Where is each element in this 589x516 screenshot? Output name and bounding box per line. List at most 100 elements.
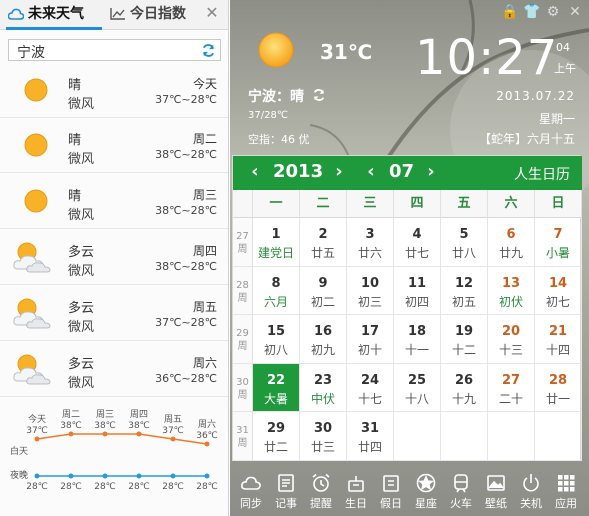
toolbar-button-birthday[interactable]: 生日 [339, 468, 373, 514]
week-corner [233, 190, 253, 218]
toolbar-button-train[interactable]: 火车 [444, 468, 478, 514]
alarm-icon [312, 473, 330, 492]
calendar-day[interactable]: 8 六月 [253, 266, 300, 315]
calendar-day[interactable]: 1 建党日 [253, 218, 300, 267]
calendar-day[interactable]: 2 廿五 [300, 218, 347, 267]
forecast-day-row[interactable]: 多云 微风 周五 37℃~28℃ [0, 285, 228, 341]
calendar-year[interactable]: 2013 [273, 161, 323, 182]
calendar-day[interactable]: 13 初伏 [488, 266, 535, 315]
week-number-value: 27 [236, 231, 249, 242]
day-number: 11 [407, 275, 427, 291]
forecast-day-row[interactable]: 晴微风 今天 37℃~28℃ [0, 62, 228, 118]
high-temp-point [102, 431, 108, 437]
calendar-day[interactable]: 21 十四 [535, 315, 582, 364]
forecast-temperature: 36℃~28℃ [155, 372, 217, 385]
calendar-day[interactable]: 12 初五 [441, 266, 488, 315]
forecast-day-row[interactable]: 晴微风 周二 38℃~28℃ [0, 117, 228, 173]
calendar-day[interactable]: 20 十三 [488, 315, 535, 364]
close-icon[interactable]: ✕ [567, 4, 583, 20]
weekday-header: 六 [488, 190, 535, 218]
tab-today-index[interactable]: 今日指数 [108, 0, 194, 30]
clock-seconds: 04 [556, 41, 570, 54]
calendar-day[interactable]: 15 初八 [253, 315, 300, 364]
cloudy-icon [13, 298, 51, 329]
tab-index-label: 今日指数 [130, 6, 186, 22]
calendar-day[interactable]: 17 初十 [347, 315, 394, 364]
week-suffix: 周 [237, 292, 248, 304]
calendar-day[interactable]: 6 廿九 [488, 218, 535, 267]
next-month-button[interactable]: › [423, 161, 439, 183]
calendar-day[interactable]: 23 中伏 [300, 363, 347, 412]
toolbar-button-cloud-sync[interactable]: 同步 [234, 468, 268, 514]
calendar-day[interactable]: 14 初七 [535, 266, 582, 315]
almanac-link[interactable]: 人生日历 [514, 164, 570, 184]
trend-day-label: 周四 [130, 409, 148, 420]
calendar-day[interactable]: 25 十八 [394, 363, 441, 412]
close-icon[interactable]: ✕ [205, 5, 219, 21]
calendar-day[interactable]: 4 廿七 [394, 218, 441, 267]
city-selector[interactable]: 宁波 [8, 39, 221, 61]
forecast-wind: 微风 [68, 376, 95, 391]
calendar-day[interactable]: 18 十一 [394, 315, 441, 364]
day-number: 13 [501, 275, 521, 291]
calendar-day[interactable]: 5 廿八 [441, 218, 488, 267]
toolbar-button-alarm[interactable]: 提醒 [304, 468, 338, 514]
calendar-day[interactable]: 9 初二 [300, 266, 347, 315]
calendar-day[interactable]: 11 初四 [394, 266, 441, 315]
calendar-day[interactable]: 24 十七 [347, 363, 394, 412]
forecast-day-row[interactable]: 多云 微风 周六 36℃~28℃ [0, 341, 228, 397]
toolbar-button-holiday[interactable]: 假日 [374, 468, 408, 514]
low-temp-point [136, 473, 142, 479]
toolbar-button-notes[interactable]: 记事 [269, 468, 303, 514]
week-number: 27 周 [233, 218, 253, 267]
prev-month-button[interactable]: ‹ [363, 161, 379, 183]
calendar-day[interactable]: 28 廿一 [535, 363, 582, 412]
week-number: 31 周 [233, 412, 253, 461]
trend-day-label: 今天 [28, 413, 46, 425]
forecast-wind: 微风 [68, 152, 95, 167]
current-date: 2013.07.22 [496, 89, 575, 103]
calendar-day[interactable]: 29 廿二 [253, 412, 300, 461]
tab-future-weather[interactable]: 未来天气 [6, 0, 102, 30]
calendar-day[interactable]: 10 初三 [347, 266, 394, 315]
forecast-day-row[interactable]: 晴微风 周三 38℃~28℃ [0, 173, 228, 229]
week-number-value: 31 [236, 425, 249, 436]
calendar-day [441, 412, 488, 461]
toolbar-button-power[interactable]: 关机 [514, 468, 548, 514]
calendar-day[interactable]: 30 廿三 [300, 412, 347, 461]
forecast-temperature: 38℃~28℃ [155, 204, 217, 217]
forecast-condition: 多云 [68, 245, 95, 260]
refresh-icon[interactable] [201, 43, 216, 58]
forecast-day-name: 周五 [192, 300, 217, 314]
toolbar-label: 星座 [415, 497, 437, 510]
day-number: 25 [407, 372, 427, 388]
calendar-day[interactable]: 27 二十 [488, 363, 535, 412]
toolbar-button-apps[interactable]: 应用 [549, 468, 583, 514]
forecast-condition: 多云 [68, 301, 95, 316]
day-number: 17 [360, 324, 380, 339]
forecast-day-row[interactable]: 多云 微风 周四 38℃~28℃ [0, 229, 228, 285]
lunar-day: 廿七 [404, 246, 429, 260]
forecast-day-name: 周四 [192, 244, 217, 258]
calendar-day[interactable]: 31 廿四 [347, 412, 394, 461]
calendar-day[interactable]: 3 廿六 [347, 218, 394, 267]
settings-icon[interactable]: ⚙ [545, 4, 561, 20]
calendar-day-today[interactable]: 22 大暑 [253, 363, 300, 412]
calendar-day[interactable]: 16 初九 [300, 315, 347, 364]
lock-icon[interactable]: 🔒 [501, 4, 518, 20]
calendar-day[interactable]: 19 十二 [441, 315, 488, 364]
calendar-day[interactable]: 7 小暑 [535, 218, 582, 267]
day-number: 14 [548, 275, 568, 291]
toolbar-label: 关机 [520, 497, 542, 510]
calendar-day[interactable]: 26 十九 [441, 363, 488, 412]
high-temp-point [170, 436, 176, 442]
next-year-button[interactable]: › [331, 161, 347, 183]
toolbar-button-star[interactable]: 星座 [409, 468, 443, 514]
refresh-icon[interactable] [312, 88, 326, 102]
lunar-day: 廿三 [310, 440, 335, 454]
skin-icon[interactable]: 👕 [523, 4, 540, 20]
toolbar-button-wallpaper[interactable]: 壁纸 [479, 468, 513, 514]
calendar-month[interactable]: 07 [389, 161, 414, 182]
prev-year-button[interactable]: ‹ [247, 161, 263, 183]
trend-day-label: 周五 [164, 414, 182, 425]
